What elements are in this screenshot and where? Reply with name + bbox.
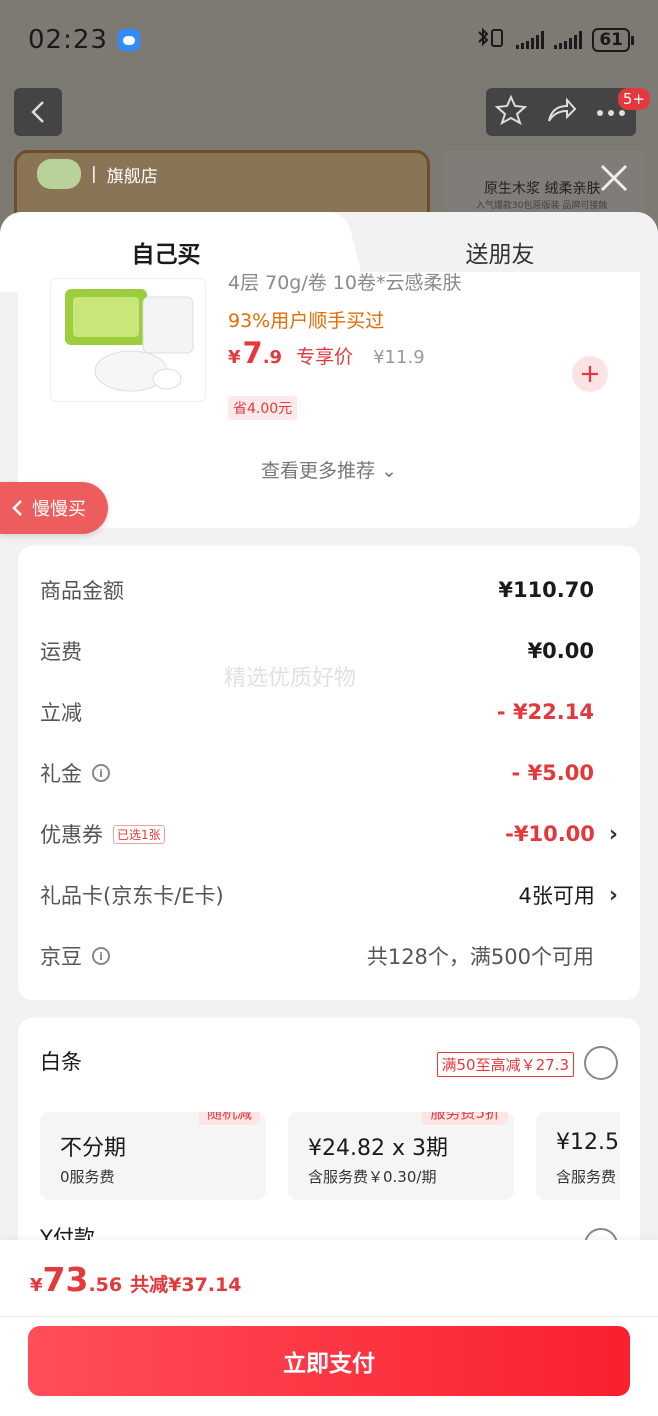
info-icon[interactable]: i xyxy=(92,764,110,782)
price-row: ¥ 7 .9 专享价 ¥11.9 xyxy=(228,336,425,370)
bluetooth-vibrate-icon xyxy=(476,27,506,54)
exclusive-price-label: 专享价 xyxy=(296,346,354,368)
installment-plans: 不分期 0服务费 随机减 ¥24.82 x 3期 含服务费￥0.30/期 服务费… xyxy=(40,1112,620,1202)
plan-badge: 随机减 xyxy=(198,1112,260,1125)
store-divider: | xyxy=(91,164,97,184)
checkout-bottom-bar: ¥ 73 .56 共减¥37.14 立即支付 xyxy=(0,1240,658,1416)
message-app-icon xyxy=(117,29,140,51)
plan-sub: 0服务费 xyxy=(60,1168,115,1186)
row-value: ¥110.70 xyxy=(498,578,594,602)
chevron-left-icon xyxy=(12,500,22,516)
share-icon[interactable] xyxy=(545,95,577,129)
clock: 02:23 xyxy=(28,25,108,55)
total-integer: 73 xyxy=(42,1260,89,1299)
status-icons: 61 xyxy=(476,27,634,54)
row-label: 京豆 xyxy=(40,945,82,969)
checkout-sheet: 自己买 送朋友 4层 70g/卷 10卷*云感柔肤 93%用户顺手买过 ¥ 7 … xyxy=(0,212,658,1416)
row-gift-money: 礼金 i - ¥5.00 xyxy=(40,753,618,793)
ad-title: 原生木浆 绒柔亲肤 xyxy=(484,181,601,197)
plan-badge: 服务费5折 xyxy=(422,1112,508,1125)
row-label-wrap: 京豆 i xyxy=(40,941,110,971)
plan-main: 不分期 xyxy=(60,1136,127,1161)
row-value: 4张可用 xyxy=(518,884,595,908)
store-tag: 旗舰店 xyxy=(106,166,158,187)
row-label: 礼金 xyxy=(40,762,82,786)
divider xyxy=(0,1316,658,1317)
top-actions xyxy=(486,88,636,136)
row-shipping: 运费 ¥0.00 xyxy=(40,631,618,671)
recommendation-card: 4层 70g/卷 10卷*云感柔肤 93%用户顺手买过 ¥ 7 .9 专享价 ¥… xyxy=(18,272,640,528)
baitiao-promo: 满50至高减￥27.3 xyxy=(436,1052,574,1077)
back-button[interactable] xyxy=(14,88,62,136)
row-value: -¥10.00 xyxy=(505,822,595,846)
plan-sub: 含服务费 xyxy=(556,1168,617,1186)
info-icon[interactable]: i xyxy=(92,947,110,965)
plan-main: ¥12.56 xyxy=(556,1130,620,1155)
total-price: ¥ 73 .56 共减¥37.14 xyxy=(30,1260,241,1299)
pay-now-button[interactable]: 立即支付 xyxy=(28,1326,630,1396)
row-gift-card[interactable]: 礼品卡(京东卡/E卡) 4张可用 › xyxy=(40,875,618,915)
chevron-right-icon: › xyxy=(608,821,618,847)
cart-badge: 5+ xyxy=(617,88,650,110)
baitiao-radio[interactable] xyxy=(584,1046,618,1080)
slow-buy-button[interactable]: 慢慢买 xyxy=(0,482,108,534)
price-integer: 7 xyxy=(242,336,263,370)
signal-icon-2 xyxy=(554,31,583,49)
favorite-star-icon[interactable] xyxy=(494,94,528,129)
bought-rate: 93%用户顺手买过 xyxy=(228,310,385,332)
battery-icon: 61 xyxy=(592,28,634,52)
brand-logo xyxy=(37,159,81,189)
plan-more-installments[interactable]: ¥12.56 含服务费 xyxy=(536,1112,620,1200)
row-label: 商品金额 xyxy=(40,579,124,603)
chevron-right-icon: › xyxy=(608,882,618,908)
signal-icon-1 xyxy=(516,31,545,49)
row-label: 运费 xyxy=(40,640,82,664)
price-summary-card: 精选优质好物 商品金额 ¥110.70 运费 ¥0.00 立减 - ¥22.14… xyxy=(18,546,640,1000)
row-label: 礼品卡(京东卡/E卡) xyxy=(40,884,224,908)
row-item-amount: 商品金额 ¥110.70 xyxy=(40,570,618,610)
total-decimal: .56 xyxy=(88,1274,123,1296)
row-label: 立减 xyxy=(40,701,82,725)
baitiao-title: 白条 xyxy=(40,1050,82,1074)
row-coupon[interactable]: 优惠券 已选1张 -¥10.00 › xyxy=(40,814,618,854)
row-value-wrap: 4张可用 › xyxy=(519,880,618,910)
original-price: ¥11.9 xyxy=(373,347,425,368)
slow-buy-label: 慢慢买 xyxy=(32,499,86,520)
chevron-left-icon xyxy=(31,101,44,123)
row-instant-discount: 立减 - ¥22.14 xyxy=(40,692,618,732)
row-value: ¥0.00 xyxy=(527,639,594,663)
total-currency: ¥ xyxy=(30,1275,43,1296)
more-recommendations-label: 查看更多推荐 xyxy=(261,460,376,482)
store-label: | 旗舰店 xyxy=(37,159,158,189)
price-currency: ¥ xyxy=(228,347,241,368)
status-time: 02:23 xyxy=(28,25,140,55)
plan-sub: 含服务费￥0.30/期 xyxy=(308,1168,437,1186)
plus-icon xyxy=(582,366,598,382)
save-tag: 省4.00元 xyxy=(228,396,298,420)
coupon-selected-tag: 已选1张 xyxy=(113,824,165,844)
more-recommendations-link[interactable]: 查看更多推荐 ⌄ xyxy=(18,456,640,483)
row-label-wrap: 礼金 i xyxy=(40,758,110,788)
row-value: - ¥5.00 xyxy=(511,761,594,785)
row-label: 优惠券 xyxy=(40,823,103,847)
plan-3-installments[interactable]: ¥24.82 x 3期 含服务费￥0.30/期 服务费5折 xyxy=(288,1112,514,1200)
total-savings: 共减¥37.14 xyxy=(130,1274,242,1296)
price-decimal: .9 xyxy=(262,347,283,368)
ad-subtitle: 入气爆款30包原版装 品牌可接触 xyxy=(476,201,608,211)
close-icon[interactable] xyxy=(596,160,632,196)
row-label-wrap: 优惠券 已选1张 xyxy=(40,819,165,849)
tab-label: 自己买 xyxy=(131,242,201,268)
row-value-wrap: -¥10.00 › xyxy=(505,822,618,847)
row-value: 共128个，满500个可用 xyxy=(366,945,594,969)
plan-no-installment[interactable]: 不分期 0服务费 随机减 xyxy=(40,1112,266,1200)
tab-label: 送朋友 xyxy=(465,242,535,268)
plan-main: ¥24.82 x 3期 xyxy=(308,1136,448,1161)
add-to-order-button[interactable] xyxy=(572,356,608,392)
product-image[interactable] xyxy=(50,278,206,402)
row-value: - ¥22.14 xyxy=(496,700,594,724)
status-bar: 02:23 61 xyxy=(28,18,634,62)
chevron-down-icon: ⌄ xyxy=(381,460,397,482)
row-jd-beans: 京豆 i 共128个，满500个可用 xyxy=(40,936,618,976)
product-spec: 4层 70g/卷 10卷*云感柔肤 xyxy=(228,272,462,294)
